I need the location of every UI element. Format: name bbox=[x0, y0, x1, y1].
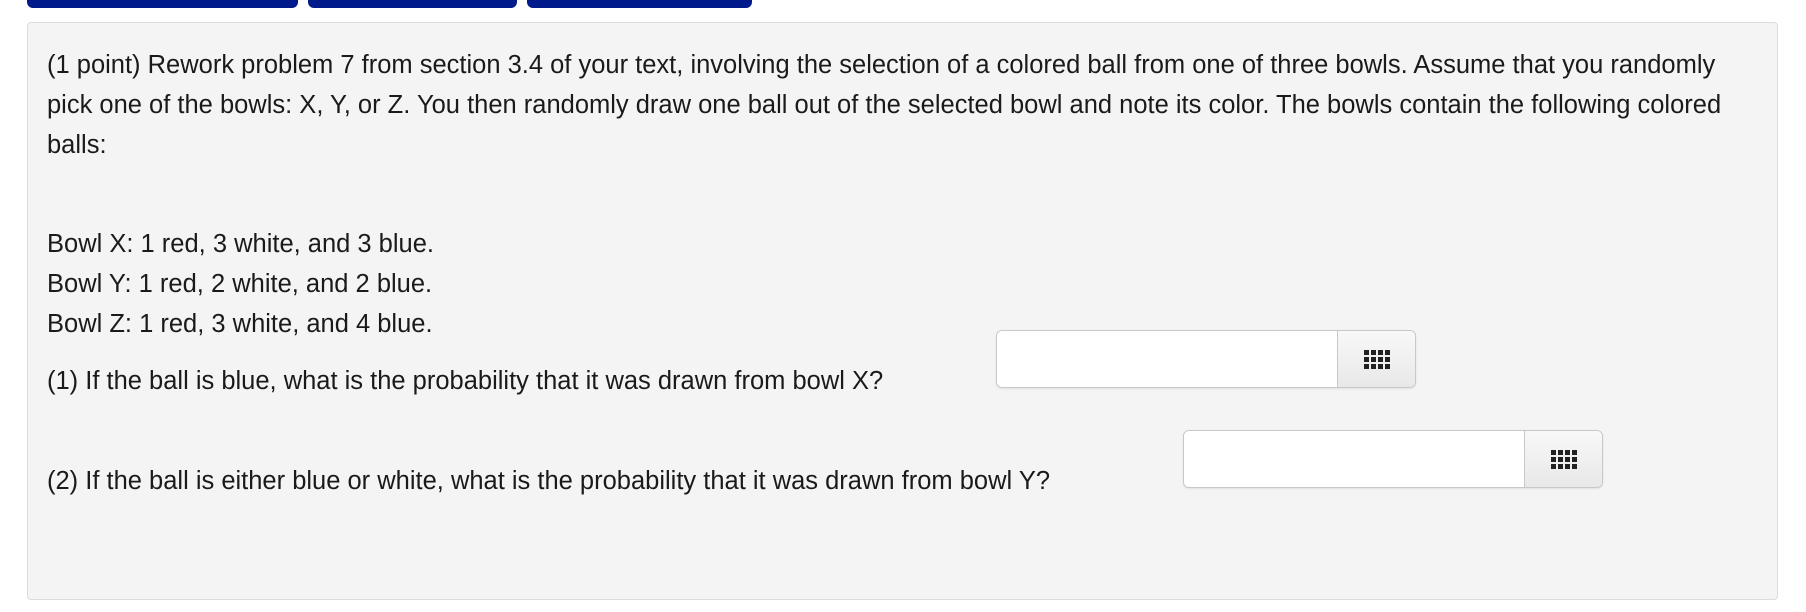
nav-tab[interactable] bbox=[308, 0, 517, 8]
bowl-x-contents: Bowl X: 1 red, 3 white, and 3 blue. bbox=[47, 230, 434, 258]
answer-1-keypad-button[interactable] bbox=[1337, 331, 1415, 387]
keypad-grid-icon bbox=[1550, 449, 1577, 469]
nav-tab[interactable] bbox=[527, 0, 752, 8]
problem-intro: (1 point) Rework problem 7 from section … bbox=[47, 51, 1722, 159]
answer-1-group bbox=[996, 330, 1416, 388]
problem-panel: (1 point) Rework problem 7 from section … bbox=[27, 22, 1778, 600]
bowl-y-contents: Bowl Y: 1 red, 2 white, and 2 blue. bbox=[47, 270, 433, 298]
top-nav-tabs bbox=[0, 0, 1806, 8]
answer-2-keypad-button[interactable] bbox=[1524, 431, 1602, 487]
answer-2-input[interactable] bbox=[1184, 431, 1524, 487]
bowl-z-contents: Bowl Z: 1 red, 3 white, and 4 blue. bbox=[47, 310, 433, 338]
bowl-list: Bowl X: 1 red, 3 white, and 3 blue. Bowl… bbox=[47, 224, 434, 344]
question-2-label: (2) If the ball is either blue or white,… bbox=[47, 467, 1051, 495]
keypad-grid-icon bbox=[1363, 349, 1390, 369]
answer-1-input[interactable] bbox=[997, 331, 1337, 387]
nav-tab[interactable] bbox=[27, 0, 298, 8]
question-1-label: (1) If the ball is blue, what is the pro… bbox=[47, 367, 884, 395]
answer-2-group bbox=[1183, 430, 1603, 488]
